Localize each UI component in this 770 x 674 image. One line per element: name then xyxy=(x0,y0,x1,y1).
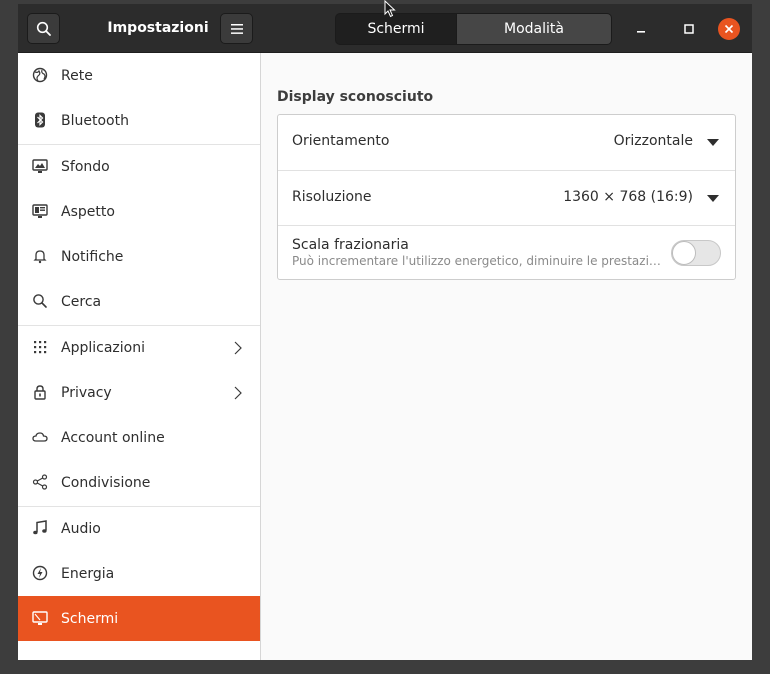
sidebar-item-account-online[interactable]: Account online xyxy=(18,415,260,460)
share-icon xyxy=(32,474,48,490)
toggle-knob xyxy=(672,241,696,265)
main-panel: Display sconosciuto Orientamento Orizzon… xyxy=(261,53,752,660)
appearance-icon xyxy=(32,204,48,218)
sidebar-item-audio[interactable]: Audio xyxy=(18,506,260,551)
sidebar-item-label: Notifiche xyxy=(61,248,124,265)
power-icon xyxy=(32,565,48,581)
sidebar-item-label: Condivisione xyxy=(61,474,151,491)
sidebar-item-label: Schermi xyxy=(61,610,119,627)
section-title: Display sconosciuto xyxy=(277,89,434,105)
search-icon xyxy=(33,294,47,308)
sidebar-item-label: Rete xyxy=(61,67,93,84)
minimize-icon xyxy=(637,31,645,33)
sidebar-item-label: Applicazioni xyxy=(61,339,145,356)
sidebar-item-condivisione[interactable]: Condivisione xyxy=(18,460,260,505)
settings-window: Impostazioni Schermi Modalità notturna xyxy=(18,4,752,660)
monitor-background-icon xyxy=(32,159,48,173)
orientation-label: Orientamento xyxy=(292,133,390,149)
bell-icon xyxy=(33,250,47,264)
dropdown-arrow-icon xyxy=(707,195,719,202)
sidebar: Rete Bluetooth Sfondo Aspetto Notifiche … xyxy=(18,53,261,660)
sidebar-item-cerca[interactable]: Cerca xyxy=(18,279,260,324)
sidebar-item-bluetooth[interactable]: Bluetooth xyxy=(18,98,260,143)
maximize-icon xyxy=(684,24,694,34)
sidebar-item-label: Account online xyxy=(61,429,165,446)
fractional-scaling-row: Scala frazionaria Può incrementare l'uti… xyxy=(278,225,735,280)
lock-icon xyxy=(34,385,46,400)
sidebar-item-notifiche[interactable]: Notifiche xyxy=(18,234,260,279)
sidebar-item-aspetto[interactable]: Aspetto xyxy=(18,189,260,234)
network-globe-icon xyxy=(32,67,48,83)
orientation-row[interactable]: Orientamento Orizzontale xyxy=(278,115,735,170)
mouse-cursor-icon xyxy=(384,0,396,18)
fractional-scaling-subtitle: Può incrementare l'utilizzo energetico, … xyxy=(292,254,662,268)
hamburger-menu-icon xyxy=(230,23,243,34)
resolution-row[interactable]: Risoluzione 1360 × 768 (16:9) xyxy=(278,170,735,225)
sidebar-item-sfondo[interactable]: Sfondo xyxy=(18,144,260,189)
music-note-icon xyxy=(33,520,47,535)
sidebar-item-label: Sfondo xyxy=(61,158,110,175)
chevron-right-icon xyxy=(234,386,242,400)
sidebar-item-label: Privacy xyxy=(61,384,112,401)
sidebar-item-rete[interactable]: Rete xyxy=(18,53,260,98)
maximize-button[interactable] xyxy=(678,18,700,40)
sidebar-item-label: Cerca xyxy=(61,293,102,310)
tab-schermi[interactable]: Schermi xyxy=(335,13,457,45)
stack-switcher: Schermi Modalità notturna xyxy=(335,13,612,67)
chevron-right-icon xyxy=(234,341,242,355)
resolution-label: Risoluzione xyxy=(292,189,372,205)
sidebar-item-label: Bluetooth xyxy=(61,112,129,129)
apps-grid-icon xyxy=(34,341,47,354)
dropdown-arrow-icon xyxy=(707,139,719,146)
sidebar-item-label: Energia xyxy=(61,565,115,582)
minimize-button[interactable] xyxy=(630,18,652,40)
fractional-scaling-label: Scala frazionaria xyxy=(292,237,409,253)
display-settings-list: Orientamento Orizzontale Risoluzione 136… xyxy=(277,114,736,280)
display-icon xyxy=(32,611,48,625)
close-button[interactable] xyxy=(718,18,740,40)
sidebar-item-energia[interactable]: Energia xyxy=(18,551,260,596)
bluetooth-icon xyxy=(35,112,45,128)
window-title: Impostazioni xyxy=(107,20,209,36)
sidebar-item-label: Audio xyxy=(61,520,101,537)
sidebar-item-privacy[interactable]: Privacy xyxy=(18,370,260,415)
resolution-value: 1360 × 768 (16:9) xyxy=(563,189,693,205)
cloud-icon xyxy=(32,432,48,442)
menu-button[interactable] xyxy=(220,13,253,44)
orientation-value: Orizzontale xyxy=(613,133,693,149)
search-icon xyxy=(36,21,51,36)
fractional-scaling-toggle[interactable] xyxy=(671,240,721,266)
search-button[interactable] xyxy=(27,13,60,44)
tab-modalita-notturna[interactable]: Modalità notturna xyxy=(457,13,612,67)
sidebar-item-label: Aspetto xyxy=(61,203,115,220)
sidebar-item-applicazioni[interactable]: Applicazioni xyxy=(18,325,260,370)
sidebar-item-schermi[interactable]: Schermi xyxy=(18,596,260,641)
close-icon xyxy=(724,24,734,34)
